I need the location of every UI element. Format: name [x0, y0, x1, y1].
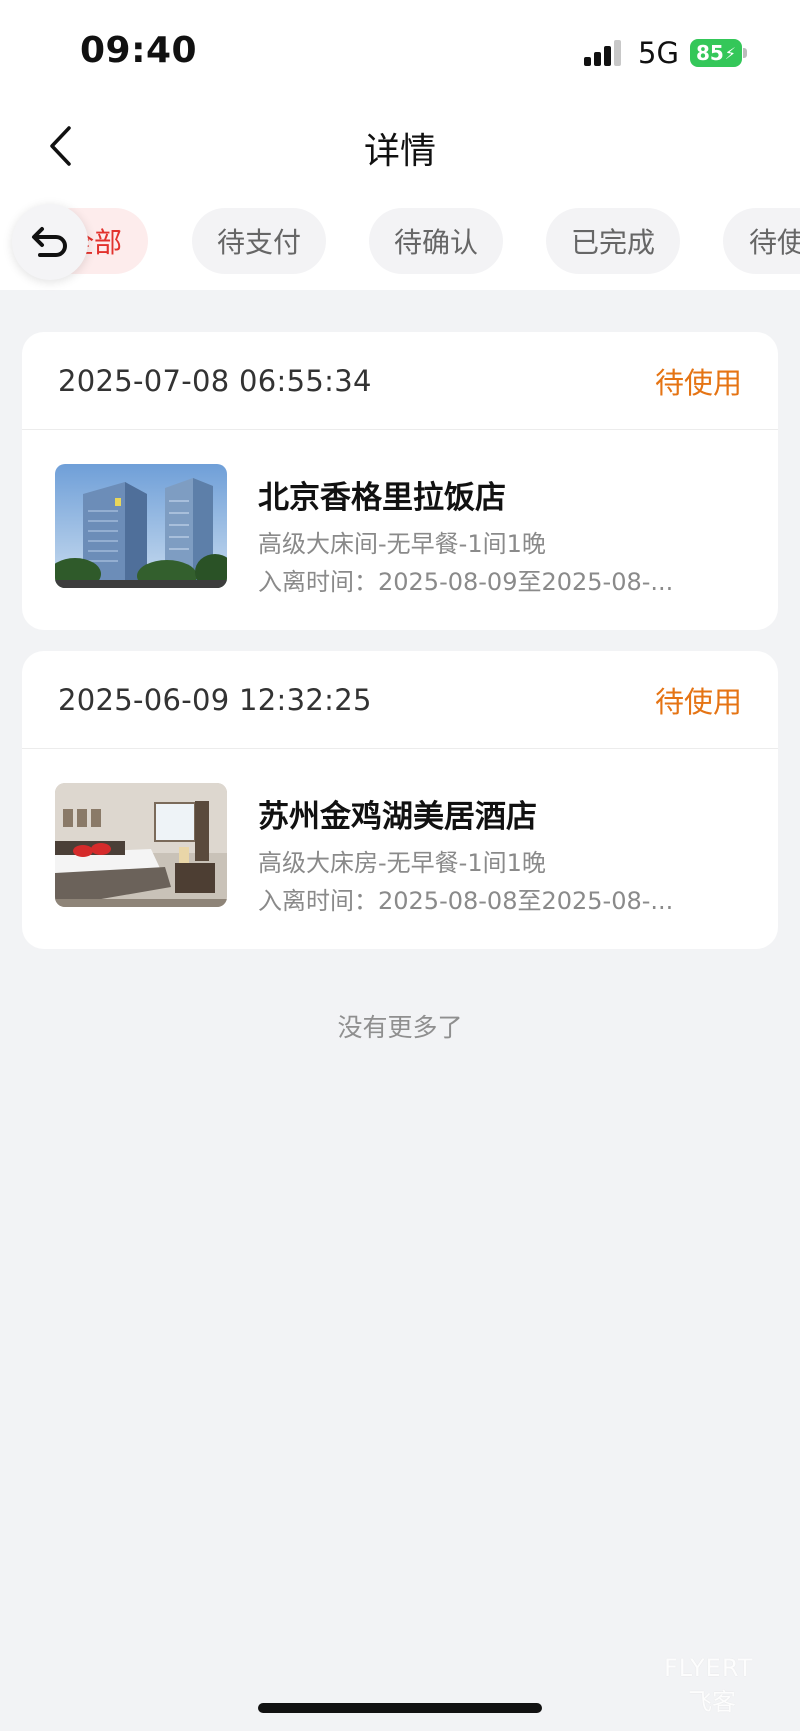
hotel-room-photo-icon	[55, 783, 227, 907]
order-card[interactable]: 2025-07-08 06:55:34 待使用 北京香格里拉饭店 高级大床间-无…	[22, 332, 778, 630]
order-tabs: 全部 待支付 待确认 已完成 待使用	[0, 208, 800, 274]
hotel-exterior-photo-icon	[55, 464, 227, 588]
stay-dates: 入离时间：2025-08-08至2025-08-...	[258, 887, 674, 915]
battery-level: 85	[695, 41, 724, 65]
order-status: 待使用	[654, 365, 742, 400]
watermark-logo: FLYERT	[664, 1654, 754, 1682]
tab-label: 待支付	[216, 226, 301, 259]
order-card[interactable]: 2025-06-09 12:32:25 待使用 苏州金鸡湖美居酒店 高级大床房-…	[22, 651, 778, 949]
room-info: 高级大床间-无早餐-1间1晚	[258, 530, 546, 558]
tab-label: 待确认	[393, 226, 478, 259]
tab-label: 待使用	[749, 226, 800, 259]
battery-icon: 85 ⚡	[690, 39, 742, 67]
page-title: 详情	[363, 131, 436, 172]
status-bar: 09:40 5G 85 ⚡	[0, 0, 800, 100]
order-card-header: 2025-06-09 12:32:25 待使用	[22, 651, 778, 749]
hotel-image	[55, 783, 227, 907]
undo-arrow-icon	[32, 227, 67, 257]
home-indicator[interactable]	[258, 1703, 542, 1713]
tab-pending-use[interactable]: 待使用	[723, 208, 800, 274]
signal-icon	[584, 40, 624, 66]
watermark-logo-cn: 飞客	[688, 1688, 736, 1716]
battery-tip	[743, 48, 747, 58]
stay-dates: 入离时间：2025-08-09至2025-08-...	[258, 568, 674, 596]
network-type: 5G	[638, 36, 679, 70]
undo-float-button[interactable]	[12, 204, 88, 280]
hotel-name: 北京香格里拉饭店	[258, 480, 506, 516]
order-card-header: 2025-07-08 06:55:34 待使用	[22, 332, 778, 430]
room-info: 高级大床房-无早餐-1间1晚	[258, 849, 546, 877]
order-time: 2025-06-09 12:32:25	[58, 682, 372, 717]
tab-label: 已完成	[570, 226, 655, 259]
hotel-name: 苏州金鸡湖美居酒店	[258, 799, 537, 835]
status-time: 09:40	[80, 30, 198, 71]
hotel-image	[55, 464, 227, 588]
order-time: 2025-07-08 06:55:34	[58, 363, 372, 398]
tab-pending-payment[interactable]: 待支付	[192, 208, 326, 274]
nav-bar: 详情 全部 待支付 待确认 已完成 待使用	[0, 100, 800, 290]
tab-pending-confirm[interactable]: 待确认	[369, 208, 503, 274]
order-status: 待使用	[654, 684, 742, 719]
no-more-text: 没有更多了	[337, 1013, 463, 1042]
order-card-body[interactable]: 苏州金鸡湖美居酒店 高级大床房-无早餐-1间1晚 入离时间：2025-08-08…	[22, 749, 778, 949]
order-card-body[interactable]: 北京香格里拉饭店 高级大床间-无早餐-1间1晚 入离时间：2025-08-09至…	[22, 430, 778, 630]
tab-completed[interactable]: 已完成	[546, 208, 680, 274]
